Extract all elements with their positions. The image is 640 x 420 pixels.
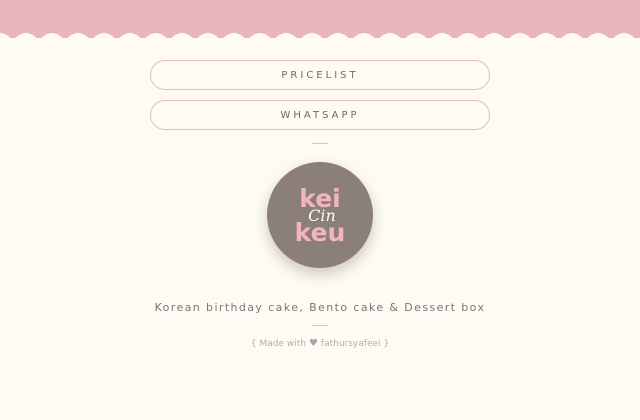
- divider-bottom: [312, 325, 328, 326]
- whatsapp-label: WHATSAPP: [280, 109, 360, 121]
- page: PRICELIST WHATSAPP kei Cin keu Korean bi…: [0, 0, 640, 420]
- brand-logo: kei Cin keu: [267, 162, 373, 268]
- logo-text-keu: keu: [295, 218, 346, 247]
- heart-icon: ♥: [308, 338, 318, 349]
- whatsapp-button[interactable]: WHATSAPP: [150, 100, 490, 130]
- pricelist-button[interactable]: PRICELIST: [150, 60, 490, 90]
- pricelist-label: PRICELIST: [281, 69, 359, 81]
- credit-author-link[interactable]: fathursyafeei: [321, 339, 381, 349]
- credit-prefix: Made with: [259, 338, 306, 349]
- credit-close-bracket: }: [383, 338, 390, 349]
- credit-open-bracket: {: [250, 338, 257, 349]
- divider-top: [312, 143, 328, 144]
- scallop-header: [0, 0, 640, 52]
- credit-line: { Made with ♥ fathursyafeei }: [0, 338, 640, 349]
- tagline: Korean birthday cake, Bento cake & Desse…: [154, 301, 486, 314]
